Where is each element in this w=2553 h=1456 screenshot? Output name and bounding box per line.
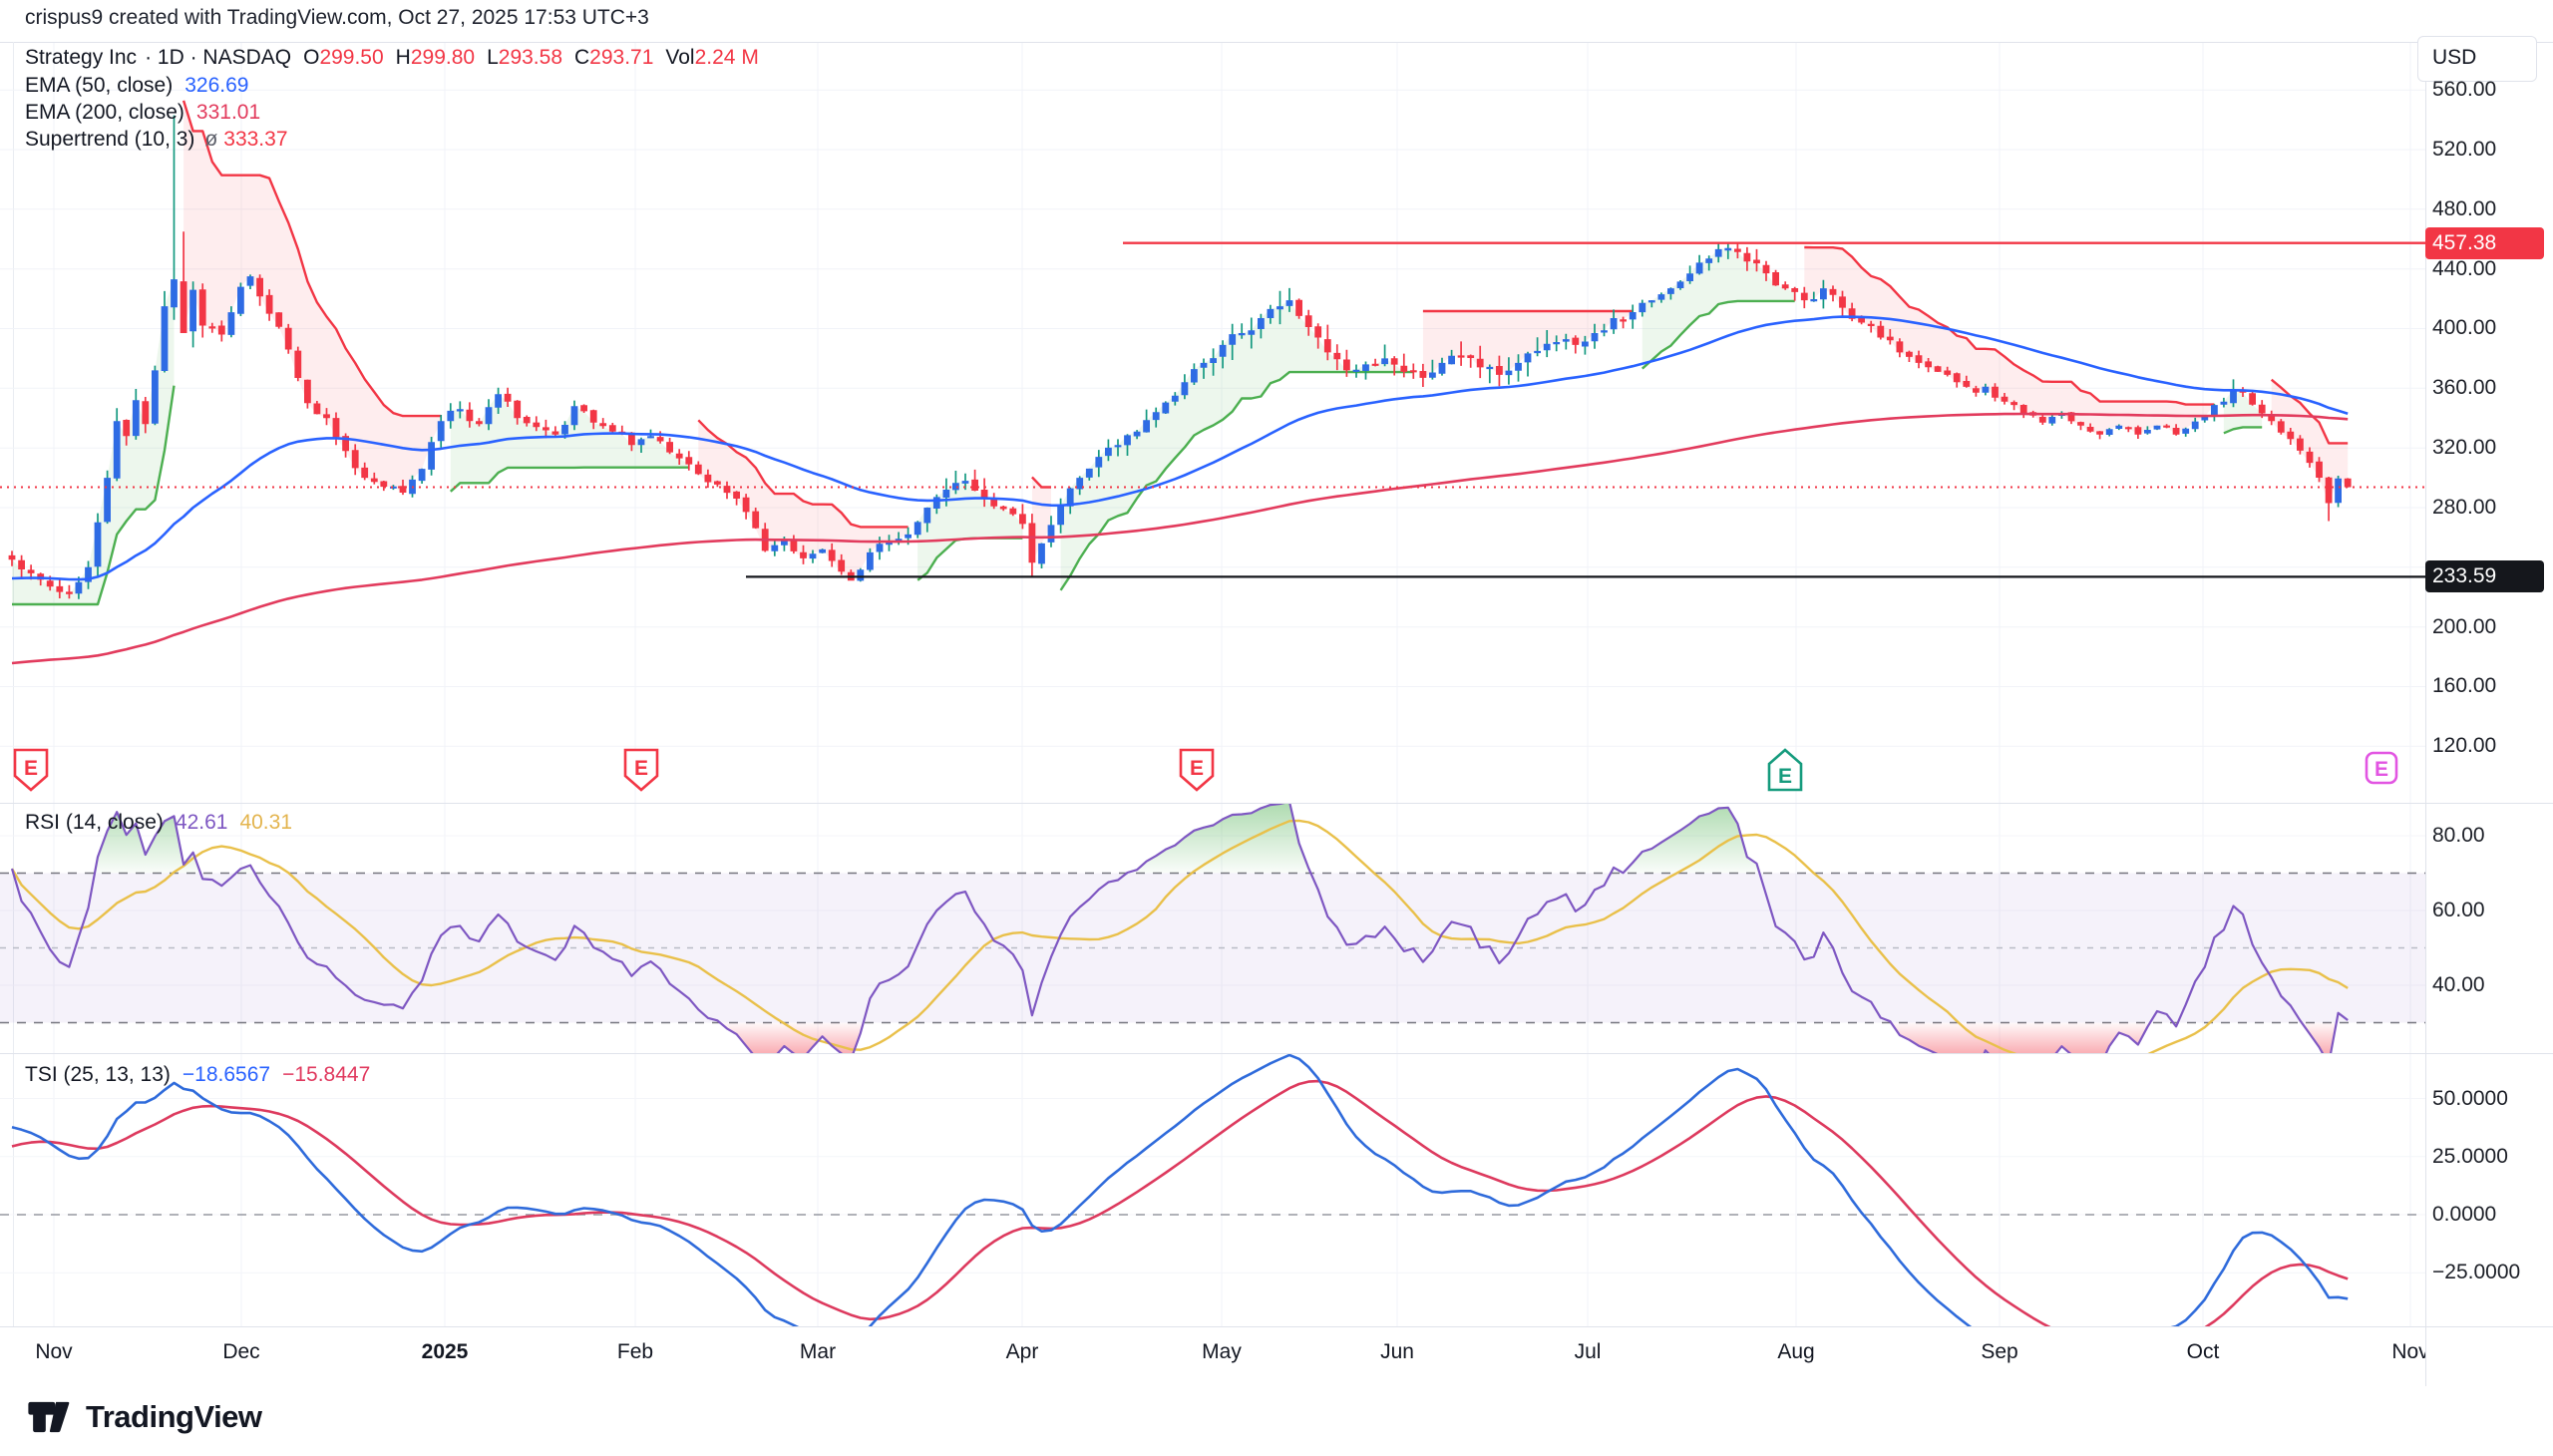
tsi-axis-tick: 50.0000 [2432,1087,2508,1111]
legend-row-supertrend[interactable]: Supertrend (10, 3) ø 333.37 [25,128,288,152]
ohlc-value: 2.24 M [695,46,759,69]
tsi-value: −18.6567 [182,1063,270,1086]
price-axis-tick: 480.00 [2432,197,2496,221]
price-axis-tick: 400.00 [2432,316,2496,340]
time-axis-label: 2025 [400,1340,490,1364]
tsi-axis-tick: 0.0000 [2432,1203,2496,1227]
time-axis-label: Aug [1751,1340,1841,1364]
separator-main-rsi [0,803,2553,804]
time-axis-label: Jun [1352,1340,1442,1364]
time-axis-label: Jul [1543,1340,1633,1364]
price-axis-tick: 360.00 [2432,376,2496,400]
ohlc-value: 293.71 [589,46,653,69]
symbol-meta: · 1D · NASDAQ [145,46,291,69]
currency-label: USD [2432,46,2476,70]
ohlc-value: 299.50 [319,46,383,69]
rsi-axis-tick: 60.00 [2432,899,2485,922]
tradingview-logo-icon [26,1394,72,1440]
price-axis-tick: 200.00 [2432,615,2496,639]
time-axis[interactable]: Nov Dec 2025 Feb Mar Apr May Jun Jul Aug Sep Oct Nov [0,1326,2425,1386]
price-axis[interactable]: USD 560.00 520.00 480.00 440.00 400.00 360.00… [2425,42,2553,1386]
time-axis-label: Dec [196,1340,286,1364]
tsi-axis-tick: −25.0000 [2432,1261,2520,1284]
tsi-axis-tick: 25.0000 [2432,1145,2508,1169]
ohlc-key: O [303,46,319,69]
ema200-label: EMA (200, close) [25,101,184,124]
symbol-name: Strategy Inc [25,46,137,69]
tradingview-logo[interactable]: TradingView [26,1394,262,1440]
time-axis-label: May [1177,1340,1267,1364]
ohlc-values: O299.50 H299.80 L293.58 C293.71 Vol2.24 M [291,46,759,69]
ohlc-key: Vol [665,46,694,69]
rsi-ma-value: 40.31 [239,811,292,834]
ema200-value: 331.01 [196,101,260,124]
svg-text:E: E [634,757,648,780]
rsi-value: 42.61 [176,811,228,834]
svg-text:E: E [2374,758,2388,781]
price-badge: 233.59 [2425,560,2544,592]
tradingview-chart-screenshot: crispus9 created with TradingView.com, O… [0,0,2553,1456]
supertrend-prefix: ø [204,128,217,151]
price-axis-tick: 280.00 [2432,496,2496,520]
legend-row-symbol[interactable]: Strategy Inc · 1D · NASDAQ O299.50 H299.80 L… [25,46,759,70]
price-axis-tick: 160.00 [2432,674,2496,698]
rsi-pane [0,802,2425,1080]
price-axis-tick: 320.00 [2432,436,2496,460]
legend-row-rsi[interactable]: RSI (14, close) 42.61 40.31 [25,811,292,835]
legend-row-ema50[interactable]: EMA (50, close) 326.69 [25,74,248,98]
ohlc-key: C [574,46,589,69]
supertrend-value: 333.37 [223,128,287,151]
time-axis-label: Sep [1955,1340,2044,1364]
ema50-value: 326.69 [184,74,248,97]
svg-text:E: E [1190,757,1204,780]
chart-canvas[interactable]: EEEEE [0,0,2425,1386]
ohlc-key: H [396,46,411,69]
price-axis-tick: 560.00 [2432,78,2496,102]
time-axis-label: Mar [773,1340,863,1364]
supertrend-label: Supertrend (10, 3) [25,128,194,151]
rsi-label: RSI (14, close) [25,811,164,834]
time-axis-label: Nov [2366,1340,2425,1364]
rsi-axis-tick: 80.00 [2432,824,2485,848]
price-axis-tick: 120.00 [2432,734,2496,758]
tsi-pane [0,1055,2418,1357]
rsi-axis-tick: 40.00 [2432,973,2485,997]
tsi-label: TSI (25, 13, 13) [25,1063,171,1086]
price-badge: 457.38 [2425,227,2544,259]
legend-row-tsi[interactable]: TSI (25, 13, 13) −18.6567 −15.8447 [25,1063,370,1087]
time-axis-label: Feb [590,1340,680,1364]
svg-text:E: E [24,757,38,780]
tradingview-logo-text: TradingView [86,1399,262,1435]
currency-box[interactable]: USD [2417,36,2537,82]
time-axis-label: Apr [977,1340,1067,1364]
ohlc-key: L [487,46,499,69]
legend-row-ema200[interactable]: EMA (200, close) 331.01 [25,101,260,125]
ohlc-value: 293.58 [499,46,562,69]
tsi-signal-value: −15.8447 [282,1063,370,1086]
time-axis-label: Oct [2158,1340,2248,1364]
time-axis-label: Nov [9,1340,99,1364]
separator-rsi-tsi [0,1053,2553,1054]
price-axis-tick: 520.00 [2432,138,2496,162]
ema50-label: EMA (50, close) [25,74,173,97]
price-axis-tick: 440.00 [2432,257,2496,281]
ohlc-value: 299.80 [411,46,475,69]
svg-text:E: E [1778,765,1792,788]
